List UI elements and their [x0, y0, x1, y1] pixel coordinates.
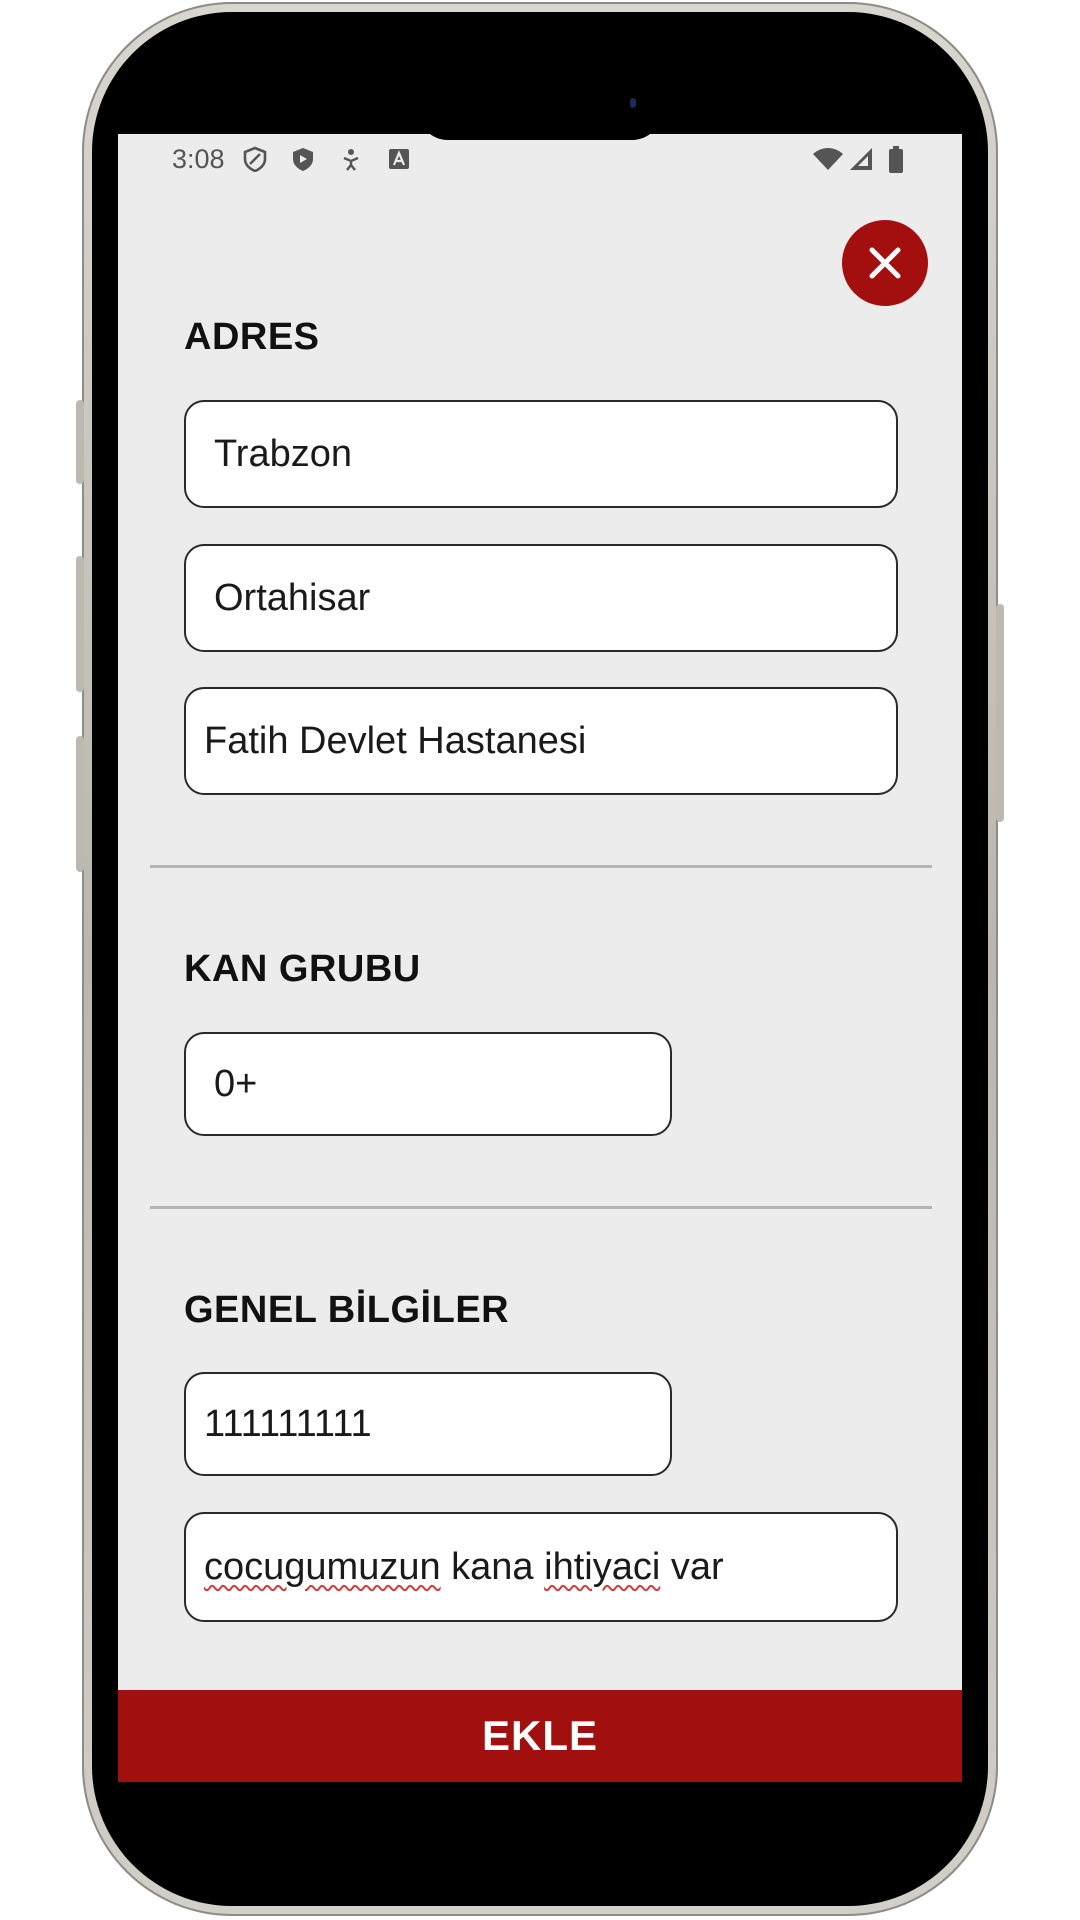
- wifi-icon: [812, 146, 844, 172]
- accessibility-icon: [338, 146, 364, 172]
- note-text: cocugumuzun kana ihtiyaci var: [204, 1546, 724, 1589]
- shield-play-icon: [290, 146, 316, 172]
- district-value: Ortahisar: [214, 576, 371, 619]
- city-value: Trabzon: [214, 432, 352, 475]
- phone-volume-up-button: [76, 556, 84, 692]
- phone-field[interactable]: 111111111: [184, 1372, 672, 1476]
- note-word: var: [670, 1545, 724, 1588]
- note-word: cocugumuzun: [204, 1545, 441, 1588]
- battery-icon: [888, 146, 904, 173]
- hospital-value: Fatih Devlet Hastanesi: [204, 719, 587, 762]
- hospital-field[interactable]: Fatih Devlet Hastanesi: [184, 687, 898, 795]
- device-stage: 3:08 ADRES Trabzon Ortahisar Fatih Devle…: [0, 0, 1080, 1920]
- blood-group-section-title: KAN GRUBU: [184, 948, 421, 990]
- phone-volume-down-button: [76, 736, 84, 872]
- status-time: 3:08: [172, 144, 225, 174]
- general-info-section-title: GENEL BİLGİLER: [184, 1289, 510, 1331]
- section-divider: [150, 865, 932, 868]
- close-icon: [869, 247, 901, 279]
- phone-side-button: [76, 400, 84, 484]
- a-box-icon: [386, 146, 412, 172]
- add-button[interactable]: EKLE: [118, 1690, 962, 1782]
- status-bar: 3:08: [118, 134, 962, 184]
- phone-power-button: [996, 604, 1004, 822]
- blood-group-value: 0+: [214, 1062, 258, 1105]
- city-field[interactable]: Trabzon: [184, 400, 898, 508]
- address-section-title: ADRES: [184, 316, 320, 358]
- close-button[interactable]: [842, 220, 928, 306]
- app-screen: 3:08 ADRES Trabzon Ortahisar Fatih Devle…: [118, 134, 962, 1782]
- shield-outline-icon: [242, 146, 268, 173]
- note-field[interactable]: cocugumuzun kana ihtiyaci var: [184, 1512, 898, 1622]
- signal-icon: [848, 146, 874, 172]
- camera-icon: [630, 98, 636, 108]
- camera-notch: [418, 100, 662, 140]
- note-word: kana: [451, 1545, 534, 1588]
- district-field[interactable]: Ortahisar: [184, 544, 898, 652]
- note-word: ihtiyaci: [544, 1545, 661, 1588]
- phone-value: 111111111: [204, 1402, 372, 1445]
- section-divider: [150, 1206, 932, 1209]
- blood-group-field[interactable]: 0+: [184, 1032, 672, 1136]
